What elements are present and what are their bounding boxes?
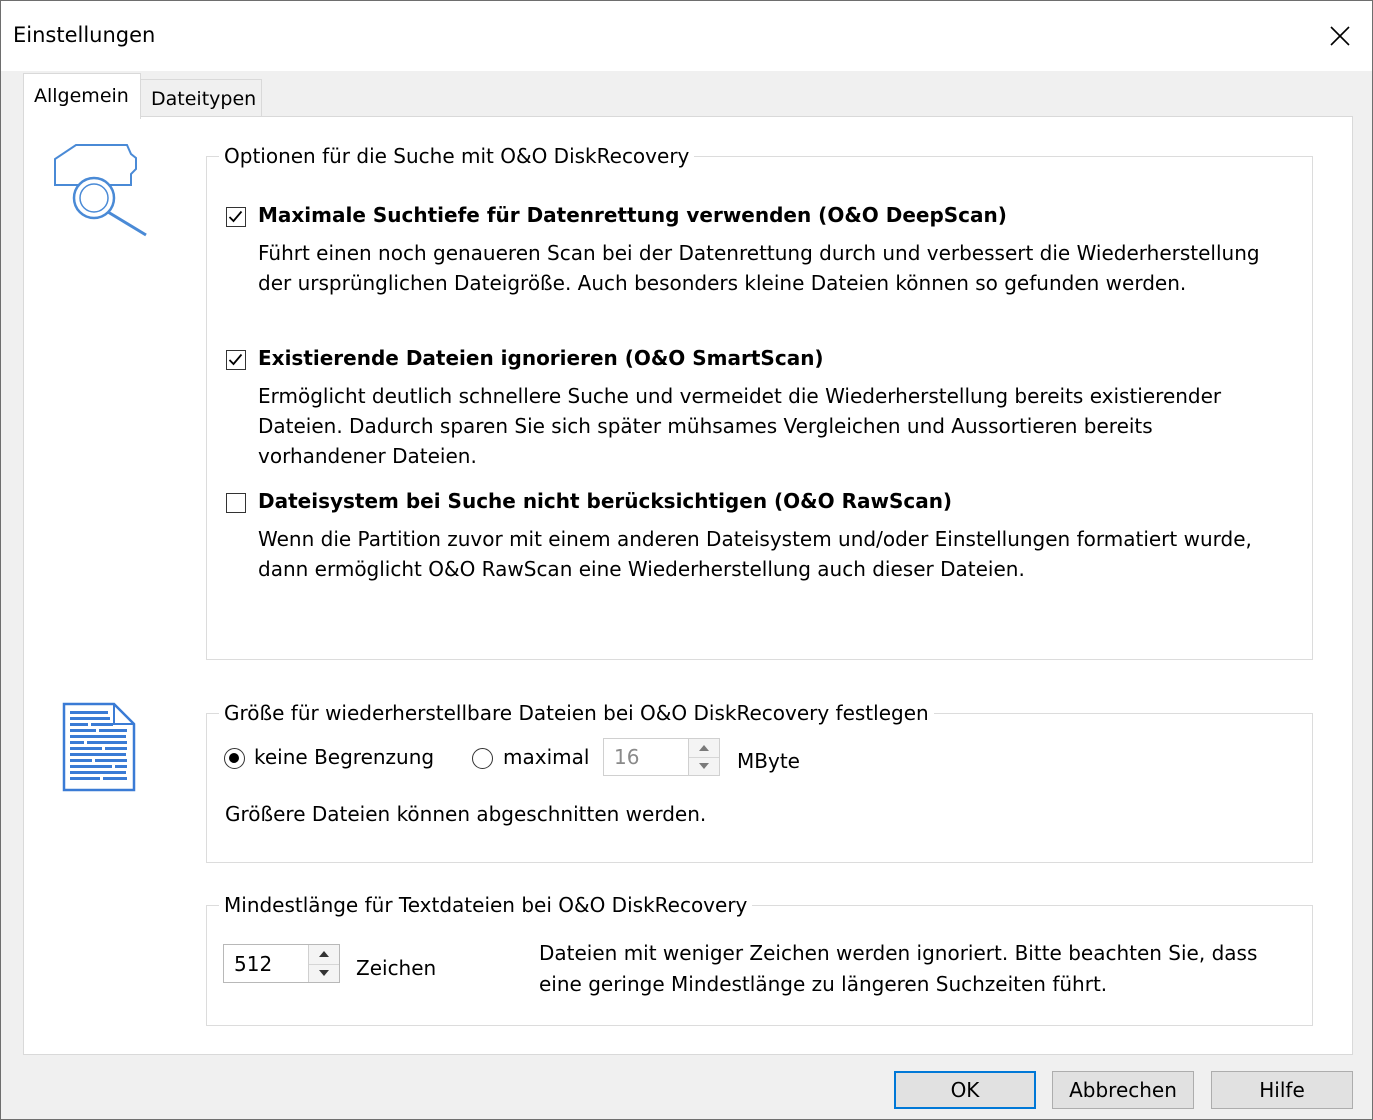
deepscan-description: Führt einen noch genaueren Scan bei der … bbox=[258, 238, 1260, 298]
document-icon bbox=[62, 702, 136, 792]
cancel-button[interactable]: Abbrechen bbox=[1052, 1071, 1194, 1109]
no-limit-radio[interactable] bbox=[224, 748, 245, 769]
min-length-spin-buttons bbox=[308, 945, 339, 982]
min-length-note: Dateien mit weniger Zeichen werden ignor… bbox=[539, 938, 1257, 1000]
help-button[interactable]: Hilfe bbox=[1211, 1071, 1353, 1109]
rawscan-desc-line: dann ermöglicht O&O RawScan eine Wiederh… bbox=[258, 557, 1025, 581]
min-length-input[interactable] bbox=[224, 945, 310, 982]
min-length-up-button[interactable] bbox=[309, 945, 339, 965]
smartscan-desc-line: vorhandener Dateien. bbox=[258, 444, 477, 468]
smartscan-description: Ermöglicht deutlich schnellere Suche und… bbox=[258, 381, 1221, 471]
tab-dateitypen[interactable]: Dateitypen bbox=[140, 79, 262, 118]
smartscan-label[interactable]: Existierende Dateien ignorieren (O&O Sma… bbox=[258, 346, 824, 370]
max-size-up-button[interactable] bbox=[689, 739, 719, 758]
close-button[interactable] bbox=[1314, 13, 1366, 59]
arrow-up-icon bbox=[319, 951, 329, 958]
tab-panel-allgemein: Optionen für die Suche mit O&O DiskRecov… bbox=[23, 116, 1353, 1055]
min-length-legend: Mindestlänge für Textdateien bei O&O Dis… bbox=[219, 891, 753, 919]
min-length-group: Mindestlänge für Textdateien bei O&O Dis… bbox=[206, 891, 1313, 1026]
rawscan-description: Wenn die Partition zuvor mit einem ander… bbox=[258, 524, 1252, 584]
size-limit-group: Größe für wiederherstellbare Dateien bei… bbox=[206, 699, 1313, 863]
smartscan-desc-line: Dateien. Dadurch sparen Sie sich später … bbox=[258, 414, 1153, 438]
max-size-input[interactable] bbox=[604, 739, 690, 775]
search-options-group: Optionen für die Suche mit O&O DiskRecov… bbox=[206, 142, 1313, 660]
min-length-unit: Zeichen bbox=[356, 956, 437, 980]
rawscan-checkbox[interactable] bbox=[226, 493, 246, 513]
min-length-spinbox[interactable] bbox=[223, 944, 340, 983]
search-options-legend: Optionen für die Suche mit O&O DiskRecov… bbox=[219, 142, 695, 170]
smartscan-checkbox[interactable] bbox=[226, 350, 246, 370]
max-size-spin-buttons bbox=[688, 739, 719, 775]
max-size-unit: MByte bbox=[737, 749, 800, 773]
smartscan-desc-line: Ermöglicht deutlich schnellere Suche und… bbox=[258, 384, 1222, 408]
max-size-down-button[interactable] bbox=[689, 757, 719, 775]
min-length-down-button[interactable] bbox=[309, 964, 339, 983]
ok-button[interactable]: OK bbox=[894, 1071, 1036, 1109]
min-length-note-line: Dateien mit weniger Zeichen werden ignor… bbox=[539, 941, 1258, 965]
min-length-note-line: eine geringe Mindestlänge zu längeren Su… bbox=[539, 972, 1108, 996]
max-size-radio[interactable] bbox=[472, 748, 493, 769]
rawscan-desc-line: Wenn die Partition zuvor mit einem ander… bbox=[258, 527, 1252, 551]
tab-allgemein[interactable]: Allgemein bbox=[23, 73, 141, 119]
deepscan-checkbox[interactable] bbox=[226, 207, 246, 227]
window-title: Einstellungen bbox=[13, 23, 156, 47]
checkmark-icon bbox=[228, 353, 243, 366]
max-size-label[interactable]: maximal bbox=[503, 745, 589, 769]
size-limit-note: Größere Dateien können abgeschnitten wer… bbox=[225, 802, 707, 826]
rawscan-label[interactable]: Dateisystem bei Suche nicht berücksichti… bbox=[258, 489, 952, 513]
arrow-down-icon bbox=[699, 763, 709, 769]
max-size-spinbox[interactable] bbox=[603, 738, 720, 776]
arrow-up-icon bbox=[699, 745, 709, 751]
no-limit-label[interactable]: keine Begrenzung bbox=[254, 745, 434, 769]
deepscan-desc-line: Führt einen noch genaueren Scan bei der … bbox=[258, 241, 1260, 265]
deepscan-label[interactable]: Maximale Suchtiefe für Datenrettung verw… bbox=[258, 203, 1007, 227]
close-icon bbox=[1330, 26, 1350, 46]
arrow-down-icon bbox=[319, 969, 329, 976]
checkmark-icon bbox=[228, 210, 243, 223]
size-limit-legend: Größe für wiederherstellbare Dateien bei… bbox=[219, 699, 934, 727]
deepscan-desc-line: der ursprünglichen Dateigröße. Auch beso… bbox=[258, 271, 1187, 295]
search-icon bbox=[54, 144, 147, 237]
title-bar: Einstellungen bbox=[1, 1, 1372, 71]
settings-dialog: Einstellungen Allgemein Dateitypen Optio… bbox=[0, 0, 1373, 1120]
